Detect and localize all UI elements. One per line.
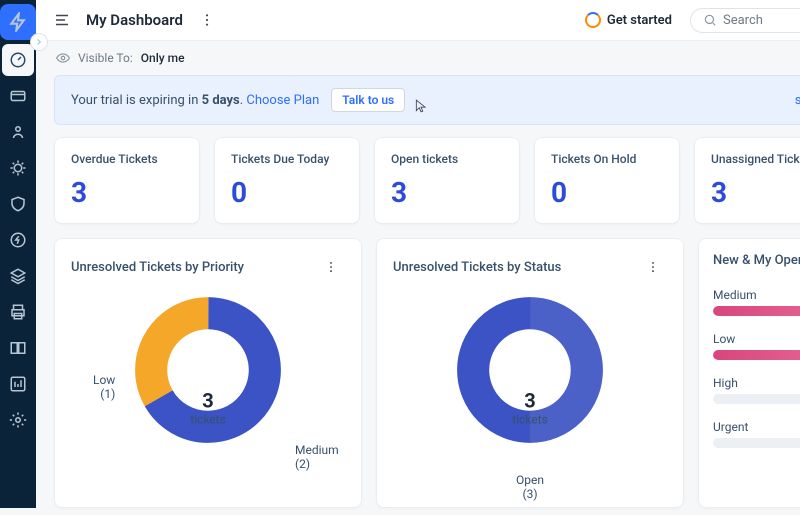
stat-card[interactable]: Overdue Tickets 3 xyxy=(54,137,200,224)
nav-shield[interactable] xyxy=(2,188,34,220)
bar-bg xyxy=(713,306,800,316)
topbar: My Dashboard Get started Search xyxy=(36,0,800,41)
open-card-title: New & My Open Ti xyxy=(713,253,800,268)
talk-to-us-button[interactable]: Talk to us xyxy=(331,88,405,112)
stats-row: Overdue Tickets 3 Tickets Due Today 0 Open t… xyxy=(36,137,800,224)
stat-title: Tickets On Hold xyxy=(551,152,663,166)
app-logo xyxy=(0,4,36,40)
banner-text: Your trial is expiring in 5 days. Choose… xyxy=(71,93,319,108)
bar-row: Low xyxy=(713,332,800,360)
search-icon xyxy=(703,13,717,27)
stat-title: Unassigned Tickets xyxy=(711,152,800,166)
cursor-icon xyxy=(414,97,428,115)
bar-label: Low xyxy=(713,332,800,346)
left-nav-rail xyxy=(0,0,36,508)
stat-card[interactable]: Tickets Due Today 0 xyxy=(214,137,360,224)
banner-email: sales@ xyxy=(795,93,800,108)
get-started-label: Get started xyxy=(607,13,672,28)
status-center-value: 3 xyxy=(512,388,548,412)
status-center-label: tickets xyxy=(512,412,548,426)
label-medium: Medium xyxy=(295,443,339,457)
label-low: Low xyxy=(93,373,115,387)
stat-value: 3 xyxy=(71,176,183,209)
priority-chart-title: Unresolved Tickets by Priority xyxy=(71,260,244,275)
nav-layers[interactable] xyxy=(2,260,34,292)
page-title: My Dashboard xyxy=(86,11,183,29)
nav-bolt[interactable] xyxy=(2,224,34,256)
progress-ring-icon xyxy=(585,12,601,28)
get-started-button[interactable]: Get started xyxy=(577,8,680,32)
eye-icon xyxy=(56,51,70,65)
bar-bg xyxy=(713,394,800,404)
visible-to-label: Visible To: xyxy=(78,51,133,65)
nav-settings[interactable] xyxy=(2,404,34,436)
nav-tickets[interactable] xyxy=(2,80,34,112)
visible-to-value: Only me xyxy=(141,51,185,65)
priority-card-menu[interactable] xyxy=(317,253,345,281)
stat-card[interactable]: Unassigned Tickets 3 xyxy=(694,137,800,224)
stat-title: Tickets Due Today xyxy=(231,152,343,166)
priority-chart-card: Unresolved Tickets by Priority 3 tickets xyxy=(54,238,362,508)
priority-center-label: tickets xyxy=(190,412,226,426)
stat-value: 3 xyxy=(391,176,503,209)
nav-bug[interactable] xyxy=(2,152,34,184)
stat-value: 0 xyxy=(551,176,663,209)
bar-row: Urgent xyxy=(713,420,800,448)
bar-label: Medium xyxy=(713,288,800,302)
choose-plan-link[interactable]: Choose Plan xyxy=(246,93,319,108)
more-menu-icon[interactable] xyxy=(193,6,221,34)
sidebar-toggle-icon[interactable] xyxy=(48,6,76,34)
label-open: Open xyxy=(516,473,544,487)
bar-bg xyxy=(713,350,800,360)
stat-value: 0 xyxy=(231,176,343,209)
label-medium-count: (2) xyxy=(295,457,339,471)
stat-title: Overdue Tickets xyxy=(71,152,183,166)
search-placeholder: Search xyxy=(723,13,763,28)
priority-center-value: 3 xyxy=(190,388,226,412)
status-card-menu[interactable] xyxy=(639,253,667,281)
nav-contacts[interactable] xyxy=(2,116,34,148)
bar-label: High xyxy=(713,376,800,390)
nav-dashboard[interactable] xyxy=(2,44,34,76)
stat-card[interactable]: Tickets On Hold 0 xyxy=(534,137,680,224)
label-open-count: (3) xyxy=(516,487,544,501)
bar-label: Urgent xyxy=(713,420,800,434)
stat-card[interactable]: Open tickets 3 xyxy=(374,137,520,224)
stat-value: 3 xyxy=(711,176,800,209)
search-input[interactable]: Search xyxy=(690,8,800,33)
nav-expand-toggle[interactable] xyxy=(30,33,48,51)
nav-book[interactable] xyxy=(2,332,34,364)
bar-row: Medium xyxy=(713,288,800,316)
status-chart-title: Unresolved Tickets by Status xyxy=(393,260,561,275)
nav-reports[interactable] xyxy=(2,368,34,400)
nav-print[interactable] xyxy=(2,296,34,328)
bar-row: High xyxy=(713,376,800,404)
visibility-bar: Visible To: Only me xyxy=(36,41,800,75)
stat-title: Open tickets xyxy=(391,152,503,166)
label-low-count: (1) xyxy=(93,387,115,401)
open-tickets-card: New & My Open Ti Medium Low High Urgent xyxy=(698,238,800,508)
status-chart-card: Unresolved Tickets by Status 3 tickets O… xyxy=(376,238,684,508)
bar-bg xyxy=(713,438,800,448)
